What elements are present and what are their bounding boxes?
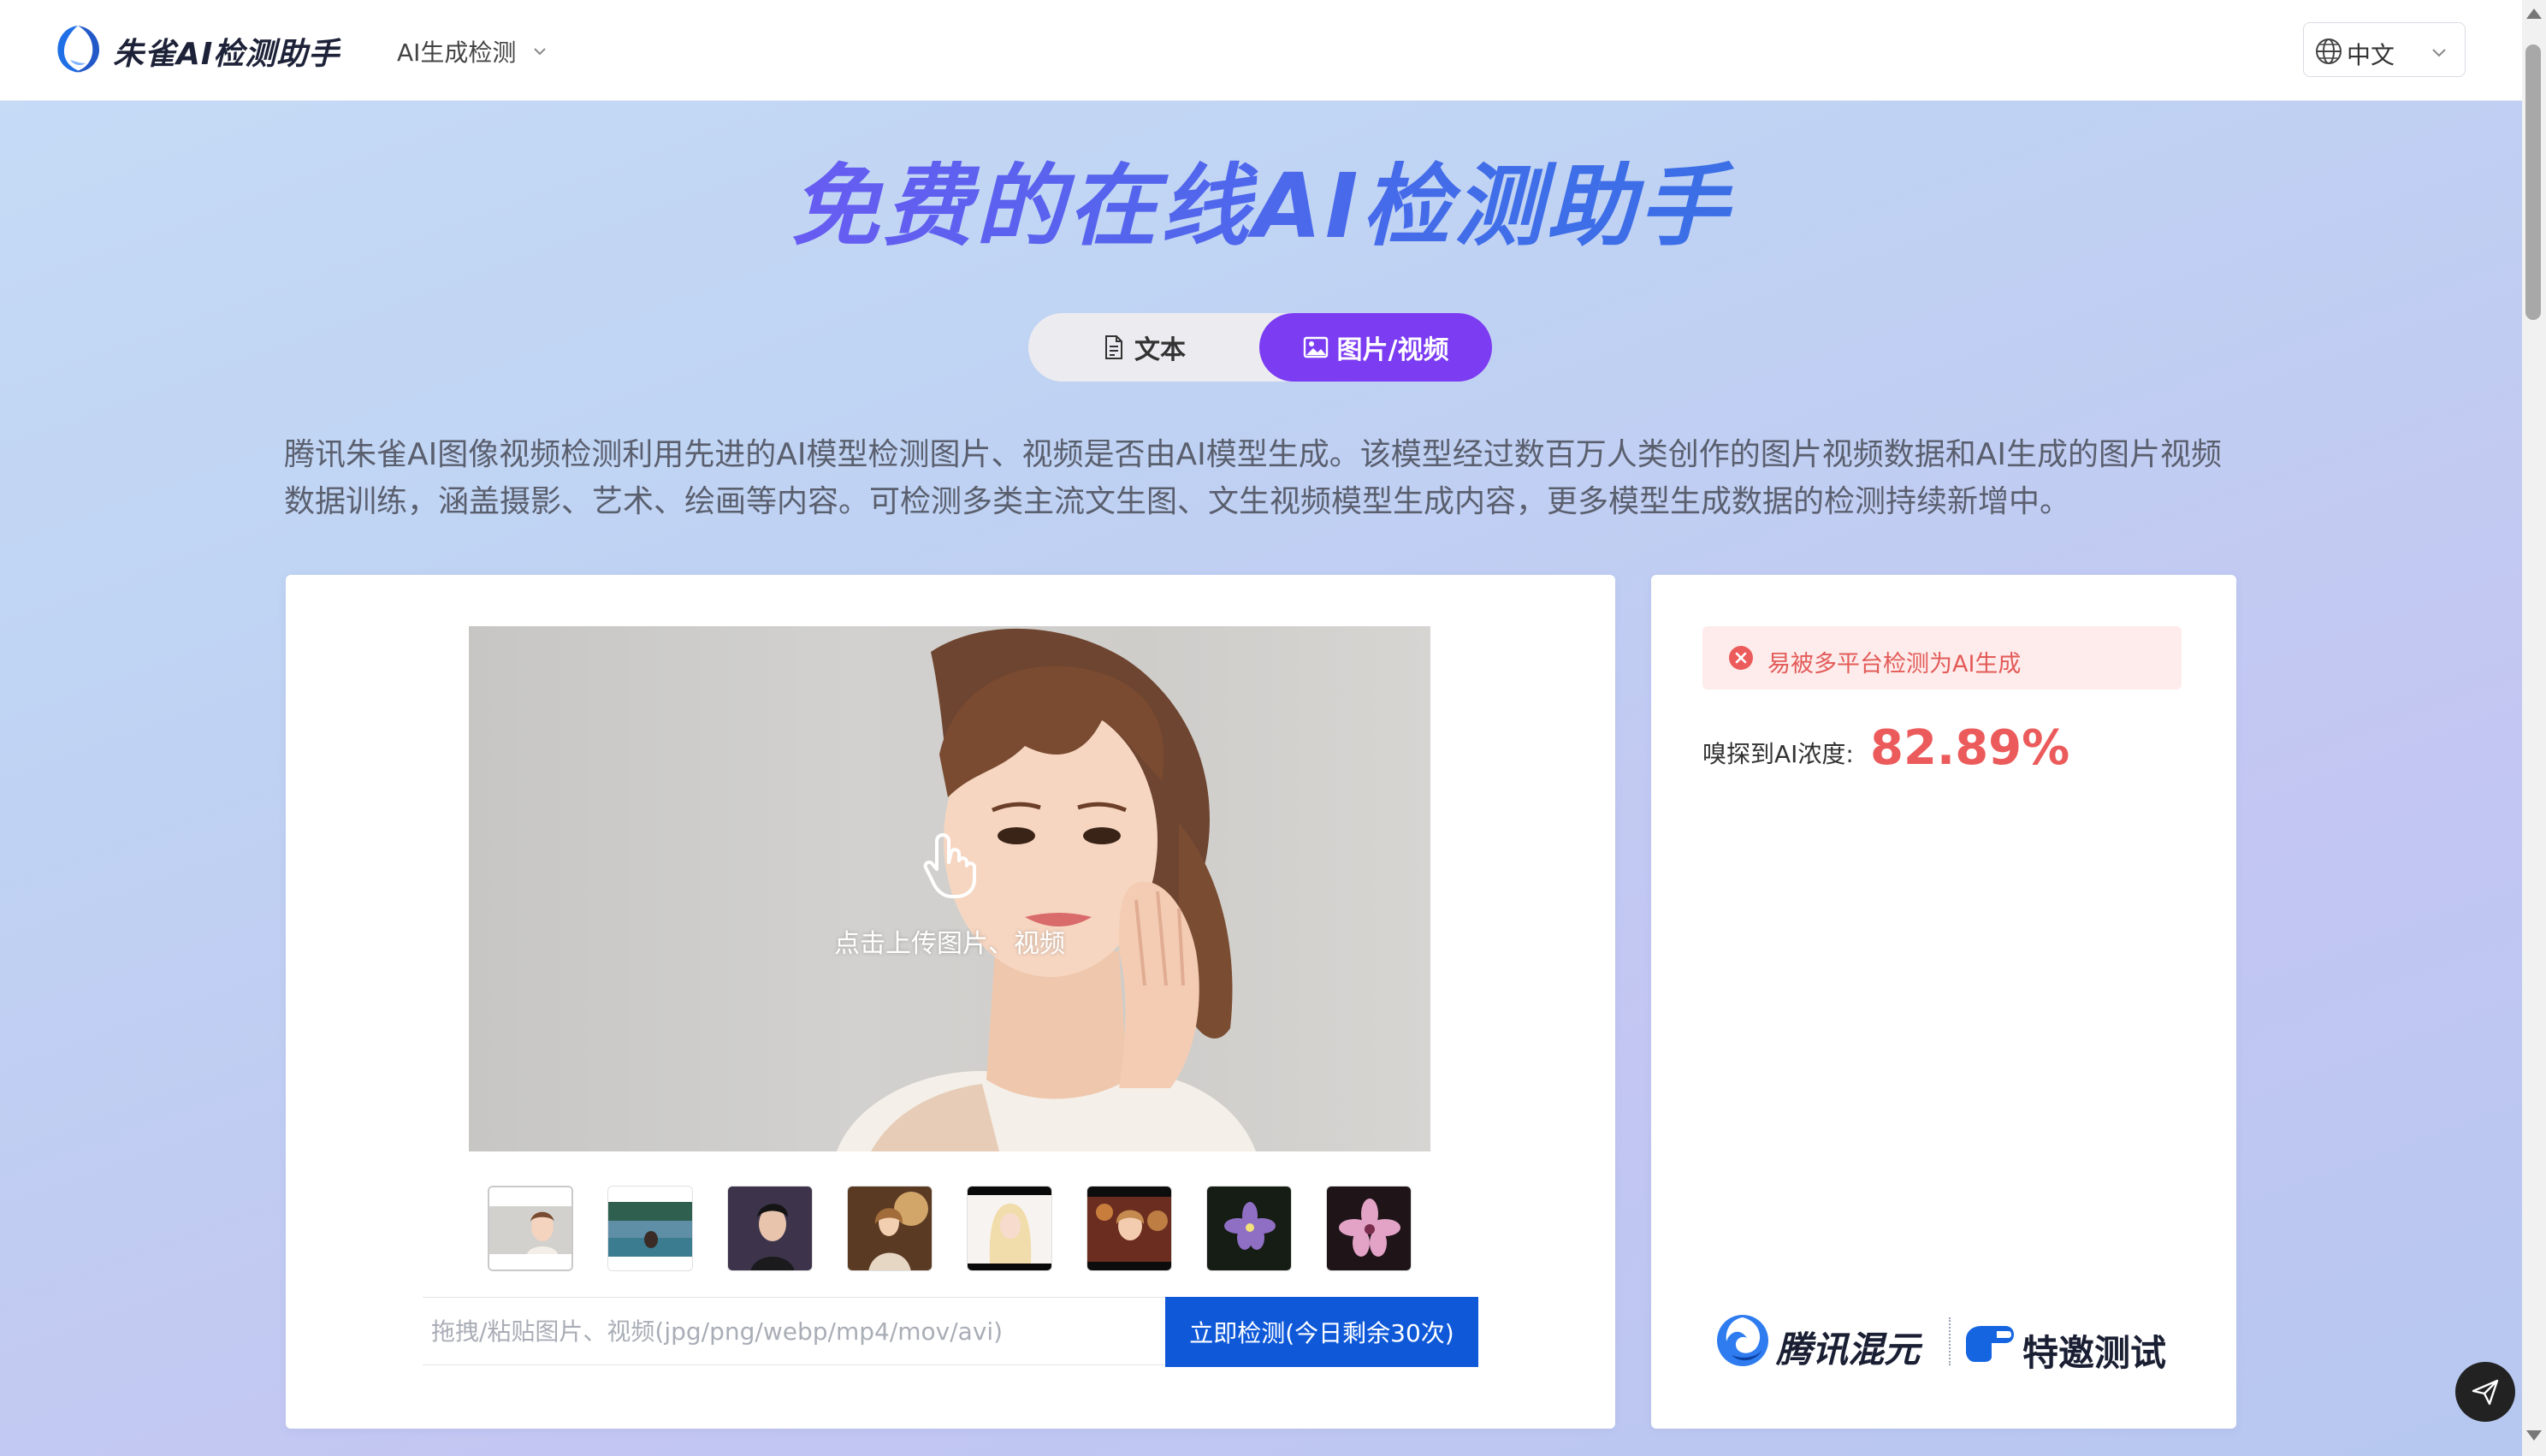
detect-button[interactable]: 立即检测(今日剩余30次) — [1165, 1297, 1478, 1367]
send-icon — [2472, 1379, 2499, 1406]
invite-logo-icon — [1966, 1326, 2014, 1362]
language-select[interactable]: 中文 — [2303, 22, 2466, 77]
sample-thumbnail[interactable] — [1326, 1186, 1412, 1271]
thumbnail-image — [1087, 1187, 1171, 1270]
tab-image-video[interactable]: 图片/视频 — [1259, 313, 1492, 382]
upload-hint: 点击上传图片、视频 — [834, 929, 1065, 959]
alert-text: 易被多平台检测为AI生成 — [1767, 651, 2022, 678]
nav-ai-detect-menu[interactable]: AI生成检测 — [397, 34, 548, 68]
thumbnail-image — [608, 1187, 692, 1270]
sample-thumbnail[interactable] — [727, 1186, 813, 1271]
ai-score-value: 82.89% — [1870, 720, 2070, 776]
thumbnail-image — [1207, 1187, 1291, 1270]
sample-thumbnail[interactable] — [1206, 1186, 1292, 1271]
brand-name[interactable]: 朱雀AI检测助手 — [113, 29, 340, 74]
feedback-float-button[interactable] — [2455, 1362, 2515, 1422]
language-label: 中文 — [2347, 41, 2395, 69]
page-scrollbar[interactable] — [2522, 0, 2546, 1456]
sample-thumbnail[interactable] — [488, 1186, 573, 1271]
tab-text[interactable]: 文本 — [1028, 313, 1259, 382]
partner-brand-row: 腾讯混元 特邀测试 — [1714, 1309, 2194, 1374]
result-panel: 易被多平台检测为AI生成 嗅探到AI浓度: 82.89% 腾讯混元 特邀测试 — [1651, 575, 2236, 1429]
invite-brand-text: 特邀测试 — [2022, 1332, 2167, 1374]
hunyuan-brand-text: 腾讯混元 — [1776, 1329, 1921, 1370]
sample-thumbnail[interactable] — [1086, 1186, 1172, 1271]
nav-menu-label: AI生成检测 — [397, 38, 517, 67]
result-alert: 易被多平台检测为AI生成 — [1702, 626, 2182, 690]
thumbnail-image — [728, 1187, 812, 1270]
zhuque-logo-icon[interactable] — [53, 22, 103, 75]
mode-switch: 文本 图片/视频 — [1028, 313, 1492, 382]
tab-text-label: 文本 — [1134, 335, 1186, 365]
ai-score-label: 嗅探到AI浓度: — [1702, 740, 1854, 768]
sample-thumbnail[interactable] — [967, 1186, 1052, 1271]
image-icon — [1303, 336, 1328, 358]
scrollbar-thumb[interactable] — [2525, 44, 2541, 320]
thumbnail-image — [968, 1187, 1051, 1270]
scroll-up-arrow-icon[interactable] — [2526, 9, 2542, 19]
scroll-down-arrow-icon[interactable] — [2526, 1430, 2542, 1441]
upload-dropzone[interactable]: 点击上传图片、视频 — [469, 626, 1430, 1151]
thumbnail-image — [489, 1187, 571, 1270]
brand-divider — [1949, 1317, 1951, 1365]
hunyuan-logo-icon — [1717, 1315, 1768, 1366]
document-icon — [1105, 335, 1122, 359]
top-navbar: 朱雀AI检测助手 AI生成检测 中文 — [0, 0, 2522, 101]
globe-icon — [2316, 38, 2342, 64]
chevron-down-icon — [2432, 49, 2446, 57]
chevron-down-icon — [534, 48, 547, 56]
error-circle-icon — [1729, 646, 1753, 670]
product-description: 腾讯朱雀AI图像视频检测利用先进的AI模型检测图片、视频是否由AI模型生成。该模… — [284, 437, 2222, 519]
click-upload-icon — [923, 833, 976, 898]
page-title: 免费的在线AI检测助手 — [0, 133, 2522, 263]
tab-image-video-label: 图片/视频 — [1336, 335, 1449, 365]
upload-path-input[interactable] — [423, 1297, 1177, 1365]
thumbnail-image — [848, 1187, 932, 1270]
sample-thumbnail[interactable] — [847, 1186, 933, 1271]
sample-thumbnail[interactable] — [607, 1186, 693, 1271]
upload-panel: 点击上传图片、视频 拖拽/粘贴图片、视频(jpg/png/webp/mp4/mo… — [286, 575, 1615, 1429]
thumbnail-image — [1327, 1187, 1411, 1270]
